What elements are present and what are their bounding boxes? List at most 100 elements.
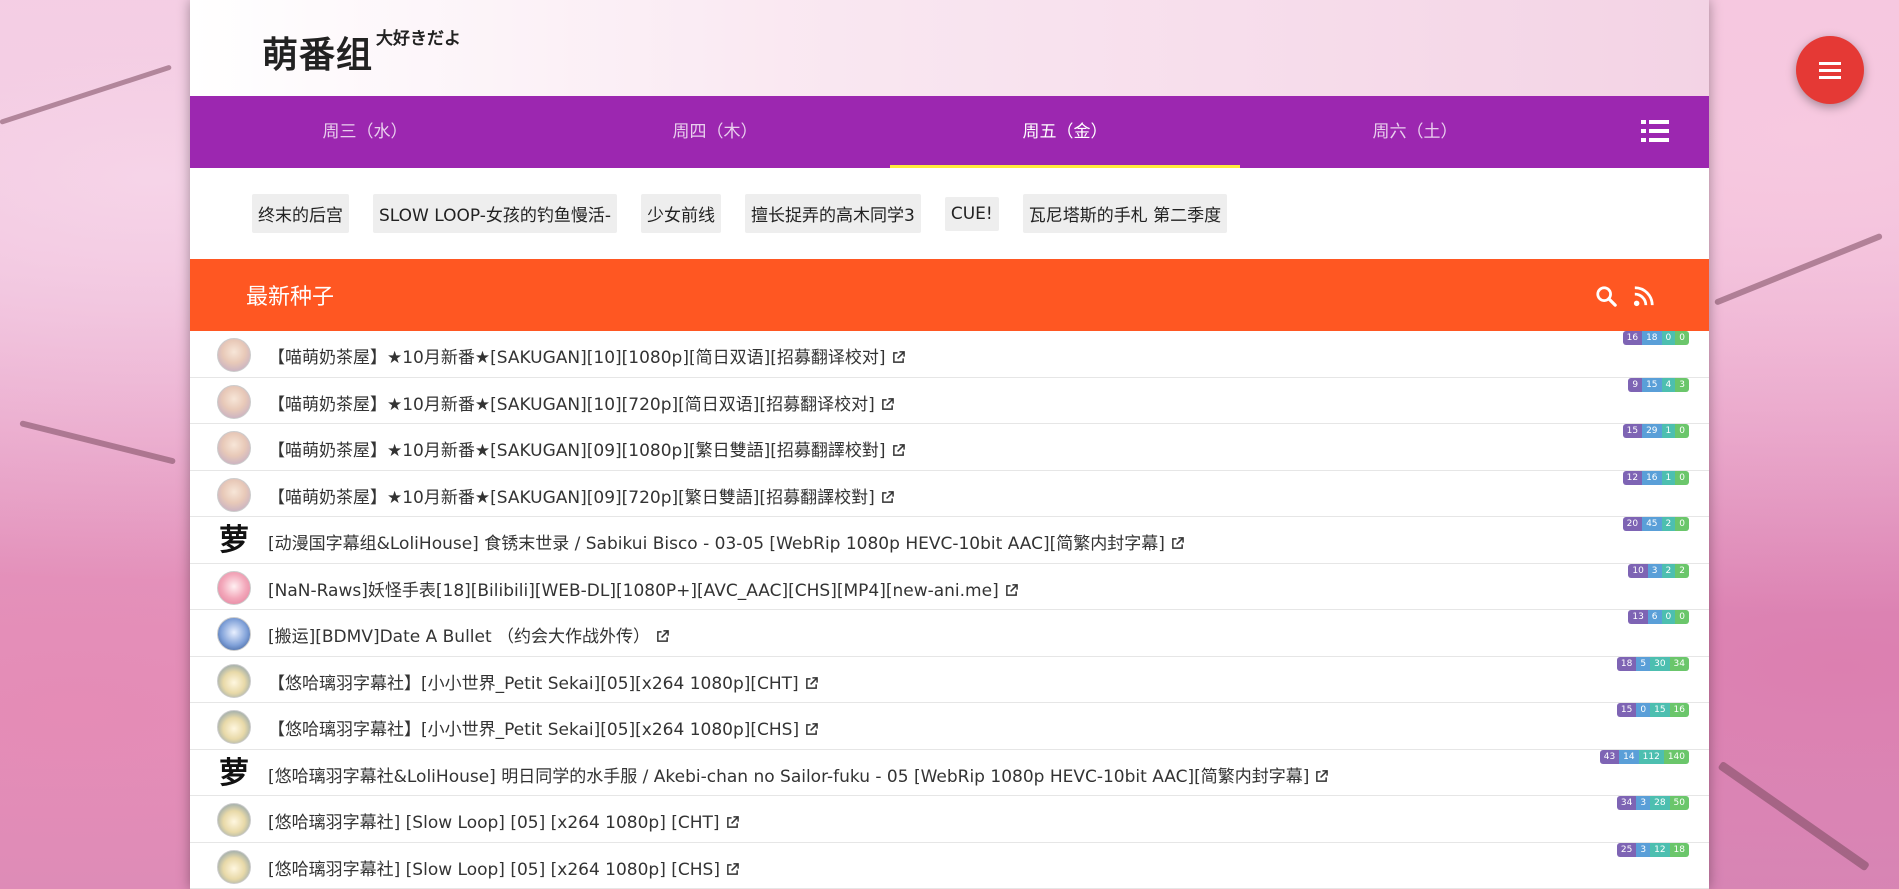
uploader-avatar[interactable] xyxy=(217,803,251,837)
external-link-icon[interactable] xyxy=(1005,583,1018,597)
stat-badge: 13 xyxy=(1628,610,1648,624)
stat-badge: 2 xyxy=(1675,563,1689,578)
stat-badge: 28 xyxy=(1650,796,1670,810)
list-icon[interactable] xyxy=(1641,118,1669,146)
stat-badge: 1 xyxy=(1661,470,1676,485)
torrent-row: 【喵萌奶茶屋】★10月新番★[SAKUGAN][10][1080p][简日双语]… xyxy=(190,331,1709,378)
torrent-title-text: [动漫国字幕组&LoliHouse] 食锈末世录 / Sabikui Bisco… xyxy=(268,534,1165,554)
torrent-title-link[interactable]: [搬运][BDMV]Date A Bullet （约会大作战外传） xyxy=(268,622,669,647)
torrent-title-text: 【悠哈璃羽字幕社】[小小世界_Petit Sekai][05][x264 108… xyxy=(268,673,799,694)
uploader-avatar[interactable] xyxy=(217,477,251,512)
external-link-icon[interactable] xyxy=(1171,537,1184,550)
external-link-icon[interactable] xyxy=(805,676,818,690)
tab-saturday[interactable]: 周六（土） xyxy=(1240,96,1590,168)
torrent-stats: 9 15 4 3 xyxy=(1628,377,1689,392)
torrent-title-link[interactable]: 【喵萌奶茶屋】★10月新番★[SAKUGAN][09][720p][繁日雙語][… xyxy=(268,483,894,508)
torrent-stats: 16 18 0 0 xyxy=(1622,331,1689,345)
bangumi-chip[interactable]: 终末的后宫 xyxy=(252,194,349,233)
stat-badge: 15 xyxy=(1650,703,1670,717)
bangumi-list: 终末的后宫 SLOW LOOP-女孩的钓鱼慢活- 少女前线 擅长捉弄的高木同学3… xyxy=(190,168,1709,259)
search-icon[interactable] xyxy=(1595,285,1617,307)
tab-wednesday[interactable]: 周三（水） xyxy=(190,96,540,168)
stat-badge: 18 xyxy=(1669,842,1689,857)
external-link-icon[interactable] xyxy=(881,397,894,411)
uploader-avatar[interactable] xyxy=(217,431,251,465)
latest-torrents-bar: 最新种子 xyxy=(190,259,1709,331)
torrent-title-link[interactable]: [悠哈璃羽字幕社] [Slow Loop] [05] [x264 1080p] … xyxy=(268,808,739,833)
torrent-row: [NaN-Raws]妖怪手表[18][Bilibili][WEB-DL][108… xyxy=(190,563,1709,610)
external-link-icon[interactable] xyxy=(892,351,905,364)
external-link-icon[interactable] xyxy=(805,723,818,736)
stat-badge: 34 xyxy=(1616,796,1637,810)
background-branch xyxy=(0,64,172,125)
torrent-stats: 12 16 1 0 xyxy=(1622,470,1689,485)
torrent-row: [悠哈璃羽字幕社] [Slow Loop] [05] [x264 1080p] … xyxy=(190,796,1709,843)
bangumi-chip[interactable]: 擅长捉弄的高木同学3 xyxy=(745,194,921,233)
torrent-title-link[interactable]: 【喵萌奶茶屋】★10月新番★[SAKUGAN][10][1080p][简日双语]… xyxy=(268,343,905,368)
bangumi-chip[interactable]: SLOW LOOP-女孩的钓鱼慢活- xyxy=(373,194,618,233)
external-link-icon[interactable] xyxy=(726,862,739,876)
stat-badge: 0 xyxy=(1661,331,1676,345)
tab-thursday[interactable]: 周四（木） xyxy=(540,96,890,168)
external-link-icon[interactable] xyxy=(726,816,739,829)
stat-badge: 50 xyxy=(1669,796,1689,810)
bangumi-chip[interactable]: 瓦尼塔斯的手札 第二季度 xyxy=(1022,194,1228,233)
stat-badge: 16 xyxy=(1642,470,1662,485)
torrent-title-text: [NaN-Raws]妖怪手表[18][Bilibili][WEB-DL][108… xyxy=(268,580,999,601)
stat-badge: 2 xyxy=(1661,563,1676,578)
stat-badge: 0 xyxy=(1675,610,1689,624)
stat-badge: 2 xyxy=(1661,517,1676,531)
uploader-avatar[interactable] xyxy=(217,617,251,651)
section-title: 最新种子 xyxy=(246,285,335,310)
torrent-title-link[interactable]: 【喵萌奶茶屋】★10月新番★[SAKUGAN][09][1080p][繁日雙語]… xyxy=(268,436,905,461)
stat-badge: 3 xyxy=(1636,842,1651,857)
torrent-title-link[interactable]: [悠哈璃羽字幕社] [Slow Loop] [05] [x264 1080p] … xyxy=(268,855,739,880)
stat-badge: 15 xyxy=(1616,703,1637,717)
bangumi-chip[interactable]: 少女前线 xyxy=(641,194,722,233)
torrent-title-link[interactable]: [NaN-Raws]妖怪手表[18][Bilibili][WEB-DL][108… xyxy=(268,576,1018,601)
stat-badge: 3 xyxy=(1636,796,1651,810)
torrent-list: 【喵萌奶茶屋】★10月新番★[SAKUGAN][10][1080p][简日双语]… xyxy=(190,331,1709,889)
stat-badge: 20 xyxy=(1622,517,1643,531)
uploader-avatar[interactable] xyxy=(217,384,251,419)
torrent-stats: 34 3 28 50 xyxy=(1616,796,1689,810)
bangumi-chip[interactable]: CUE! xyxy=(944,196,999,231)
uploader-avatar[interactable]: 萝 xyxy=(217,524,251,558)
stat-badge: 15 xyxy=(1642,377,1662,392)
stat-badge: 6 xyxy=(1647,610,1662,624)
torrent-title-text: 【喵萌奶茶屋】★10月新番★[SAKUGAN][09][720p][繁日雙語][… xyxy=(268,487,875,508)
torrent-title-text: 【喵萌奶茶屋】★10月新番★[SAKUGAN][09][1080p][繁日雙語]… xyxy=(268,441,886,461)
uploader-avatar[interactable] xyxy=(217,570,251,605)
uploader-avatar[interactable] xyxy=(217,663,251,698)
torrent-title-link[interactable]: 【悠哈璃羽字幕社】[小小世界_Petit Sekai][05][x264 108… xyxy=(268,715,818,740)
torrent-stats: 18 5 30 34 xyxy=(1616,656,1689,671)
external-link-icon[interactable] xyxy=(881,490,894,504)
torrent-title-text: [悠哈璃羽字幕社&LoliHouse] 明日同学的水手服 / Akebi-cha… xyxy=(268,766,1310,787)
torrent-title-text: [搬运][BDMV]Date A Bullet （约会大作战外传） xyxy=(268,627,651,647)
stat-badge: 16 xyxy=(1622,331,1643,345)
menu-fab-button[interactable] xyxy=(1796,36,1864,104)
stat-badge: 1 xyxy=(1661,424,1676,438)
torrent-title-link[interactable]: [悠哈璃羽字幕社&LoliHouse] 明日同学的水手服 / Akebi-cha… xyxy=(268,762,1329,787)
torrent-stats: 25 3 12 18 xyxy=(1616,842,1689,857)
torrent-stats: 43 14 112 140 xyxy=(1599,749,1689,764)
external-link-icon[interactable] xyxy=(1315,769,1329,783)
rss-icon[interactable] xyxy=(1633,285,1655,307)
tab-friday[interactable]: 周五（金） xyxy=(890,96,1240,168)
uploader-avatar[interactable] xyxy=(217,338,251,372)
stat-badge: 0 xyxy=(1675,470,1689,485)
uploader-avatar[interactable] xyxy=(217,710,251,744)
stat-badge: 16 xyxy=(1669,703,1689,717)
torrent-stats: 15 29 1 0 xyxy=(1622,424,1689,438)
torrent-title-text: 【悠哈璃羽字幕社】[小小世界_Petit Sekai][05][x264 108… xyxy=(268,720,800,740)
torrent-title-link[interactable]: 【悠哈璃羽字幕社】[小小世界_Petit Sekai][05][x264 108… xyxy=(268,669,818,694)
external-link-icon[interactable] xyxy=(892,444,905,457)
uploader-avatar[interactable] xyxy=(217,849,251,884)
external-link-icon[interactable] xyxy=(656,630,669,643)
uploader-avatar[interactable]: 萝 xyxy=(217,757,251,791)
site-logo-title[interactable]: 萌番组 xyxy=(262,26,373,78)
torrent-title-link[interactable]: 【喵萌奶茶屋】★10月新番★[SAKUGAN][10][720p][简日双语][… xyxy=(268,390,894,415)
torrent-row: 【悠哈璃羽字幕社】[小小世界_Petit Sekai][05][x264 108… xyxy=(190,703,1709,750)
stat-badge: 0 xyxy=(1675,331,1689,345)
torrent-title-link[interactable]: [动漫国字幕组&LoliHouse] 食锈末世录 / Sabikui Bisco… xyxy=(268,529,1184,554)
